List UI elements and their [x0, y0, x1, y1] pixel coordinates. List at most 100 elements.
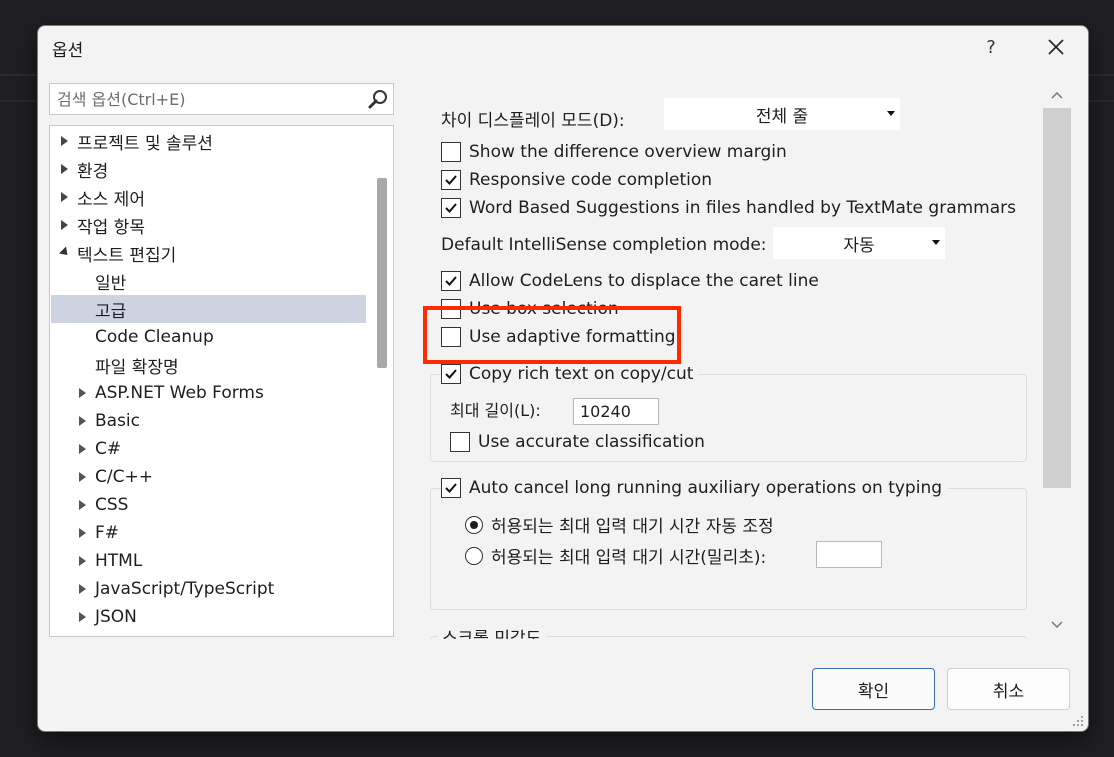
tree-item-general[interactable]: 일반: [95, 267, 126, 295]
diff-display-label: 차이 디스플레이 모드(D):: [441, 111, 625, 131]
checkbox[interactable]: [441, 170, 461, 190]
checkbox[interactable]: [441, 478, 461, 498]
tree-item-label: 소스 제어: [77, 189, 145, 210]
radio-ms-option[interactable]: 허용되는 최대 입력 대기 시간(밀리초):: [465, 543, 766, 568]
expand-arrow-icon[interactable]: [58, 134, 72, 148]
intellisense-mode-dropdown[interactable]: 자동: [773, 227, 945, 259]
tree-item-code-cleanup[interactable]: Code Cleanup: [95, 323, 214, 351]
radio-auto-option[interactable]: 허용되는 최대 입력 대기 시간 자동 조정: [465, 512, 774, 537]
checkbox[interactable]: [441, 271, 461, 291]
checkbox[interactable]: [441, 142, 461, 162]
cancel-button[interactable]: 취소: [947, 668, 1070, 710]
expand-arrow-icon[interactable]: [76, 498, 90, 512]
dialog-title: 옵션: [52, 41, 84, 61]
option-label: Show the difference overview margin: [469, 142, 787, 162]
ok-button[interactable]: 확인: [812, 668, 935, 710]
tree-item-label: JSON: [95, 607, 137, 627]
tree-item-projects[interactable]: 프로젝트 및 솔루션: [58, 127, 213, 155]
tree-item-csharp[interactable]: C#: [76, 435, 121, 463]
diff-display-dropdown[interactable]: 전체 줄: [664, 98, 900, 130]
annotation-highlight-box: [423, 306, 681, 364]
radio-button[interactable]: [465, 546, 483, 565]
tree-item-advanced[interactable]: 고급: [51, 295, 366, 323]
search-input[interactable]: [50, 84, 360, 114]
chevron-up-icon[interactable]: [1051, 90, 1063, 102]
expand-arrow-icon[interactable]: [76, 582, 90, 596]
close-icon: [1048, 39, 1064, 55]
tree-item-label: 프로젝트 및 솔루션: [77, 133, 213, 154]
dropdown-value: 자동: [843, 235, 875, 256]
tree-item-label: 텍스트 편집기: [77, 245, 177, 266]
responsive-completion-option[interactable]: Responsive code completion: [441, 170, 712, 190]
resize-grip-icon[interactable]: [1072, 715, 1084, 727]
tree-item-label: JavaScript/TypeScript: [95, 579, 275, 599]
checkmark-icon: [445, 175, 457, 185]
copy-rich-text-option[interactable]: Copy rich text on copy/cut: [441, 364, 700, 384]
options-dialog: 옵션 ? 프로젝트 및 솔루션 환경 소스 제어 작업 항목 텍스트 편집기 일…: [37, 25, 1089, 732]
tree-item-label: F#: [95, 523, 120, 543]
scrollbar-thumb[interactable]: [1043, 108, 1071, 488]
collapse-arrow-icon[interactable]: [58, 246, 72, 260]
tree-item-fsharp[interactable]: F#: [76, 519, 119, 547]
accurate-classification-option[interactable]: Use accurate classification: [450, 432, 705, 452]
chevron-down-icon: [932, 240, 940, 245]
expand-arrow-icon[interactable]: [76, 554, 90, 568]
tree-item-css[interactable]: CSS: [76, 491, 128, 519]
show-diff-margin-option[interactable]: Show the difference overview margin: [441, 142, 787, 162]
radio-button[interactable]: [465, 515, 483, 534]
help-button[interactable]: ?: [974, 30, 1008, 64]
expand-arrow-icon[interactable]: [76, 610, 90, 624]
dropdown-value: 전체 줄: [755, 106, 809, 127]
checkbox[interactable]: [450, 432, 470, 452]
tree-item-work-items[interactable]: 작업 항목: [58, 211, 145, 239]
tree-item-text-editor[interactable]: 텍스트 편집기: [58, 239, 176, 267]
max-length-field[interactable]: 10240: [573, 398, 659, 425]
option-label: 허용되는 최대 입력 대기 시간(밀리초):: [491, 548, 767, 568]
auto-cancel-option[interactable]: Auto cancel long running auxiliary opera…: [441, 478, 949, 498]
close-button[interactable]: [1036, 30, 1076, 64]
codelens-option[interactable]: Allow CodeLens to displace the caret lin…: [441, 271, 819, 291]
checkbox[interactable]: [441, 364, 461, 384]
tree-item-javascript[interactable]: JavaScript/TypeScript: [76, 575, 274, 603]
chevron-down-icon: [887, 111, 895, 116]
expand-arrow-icon[interactable]: [58, 218, 72, 232]
checkmark-icon: [445, 369, 457, 379]
expand-arrow-icon[interactable]: [76, 526, 90, 540]
ms-value-field[interactable]: [816, 541, 882, 568]
tree-item-label: 일반: [95, 273, 127, 294]
title-bar: 옵션 ?: [38, 26, 1088, 68]
expand-arrow-icon[interactable]: [76, 414, 90, 428]
tree-item-label: 환경: [77, 161, 109, 182]
checkbox[interactable]: [441, 198, 461, 218]
tree-item-source-control[interactable]: 소스 제어: [58, 183, 145, 211]
search-icon[interactable]: [367, 88, 389, 110]
tree-item-html[interactable]: HTML: [76, 547, 142, 575]
word-based-option[interactable]: Word Based Suggestions in files handled …: [441, 198, 1016, 218]
checkmark-icon: [445, 276, 457, 286]
option-label: Auto cancel long running auxiliary opera…: [469, 478, 943, 498]
expand-arrow-icon[interactable]: [76, 442, 90, 456]
settings-scrollbar[interactable]: [1043, 84, 1071, 639]
tree-item-file-extensions[interactable]: 파일 확장명: [95, 351, 179, 379]
tree-scrollbar[interactable]: [377, 178, 387, 368]
tree-item-aspnet[interactable]: ASP.NET Web Forms: [76, 379, 264, 407]
option-label: 허용되는 최대 입력 대기 시간 자동 조정: [491, 517, 774, 537]
expand-arrow-icon[interactable]: [76, 386, 90, 400]
expand-arrow-icon[interactable]: [58, 162, 72, 176]
intellisense-mode-label: Default IntelliSense completion mode:: [441, 235, 767, 255]
option-label: Use accurate classification: [478, 432, 705, 452]
chevron-down-icon[interactable]: [1051, 618, 1063, 630]
tree-item-label: ASP.NET Web Forms: [95, 383, 264, 403]
expand-arrow-icon[interactable]: [76, 470, 90, 484]
option-label: Allow CodeLens to displace the caret lin…: [469, 271, 819, 291]
tree-item-json[interactable]: JSON: [76, 603, 137, 631]
tree-item-cpp[interactable]: C/C++: [76, 463, 153, 491]
tree-item-environment[interactable]: 환경: [58, 155, 108, 183]
tree-item-label: 파일 확장명: [95, 357, 179, 378]
expand-arrow-icon[interactable]: [58, 190, 72, 204]
tree-item-label: CSS: [95, 495, 129, 515]
tree-item-basic[interactable]: Basic: [76, 407, 140, 435]
tree-item-label: 작업 항목: [77, 217, 145, 238]
radio-dot-icon: [470, 520, 478, 529]
options-tree: 프로젝트 및 솔루션 환경 소스 제어 작업 항목 텍스트 편집기 일반 고급 …: [49, 125, 394, 637]
